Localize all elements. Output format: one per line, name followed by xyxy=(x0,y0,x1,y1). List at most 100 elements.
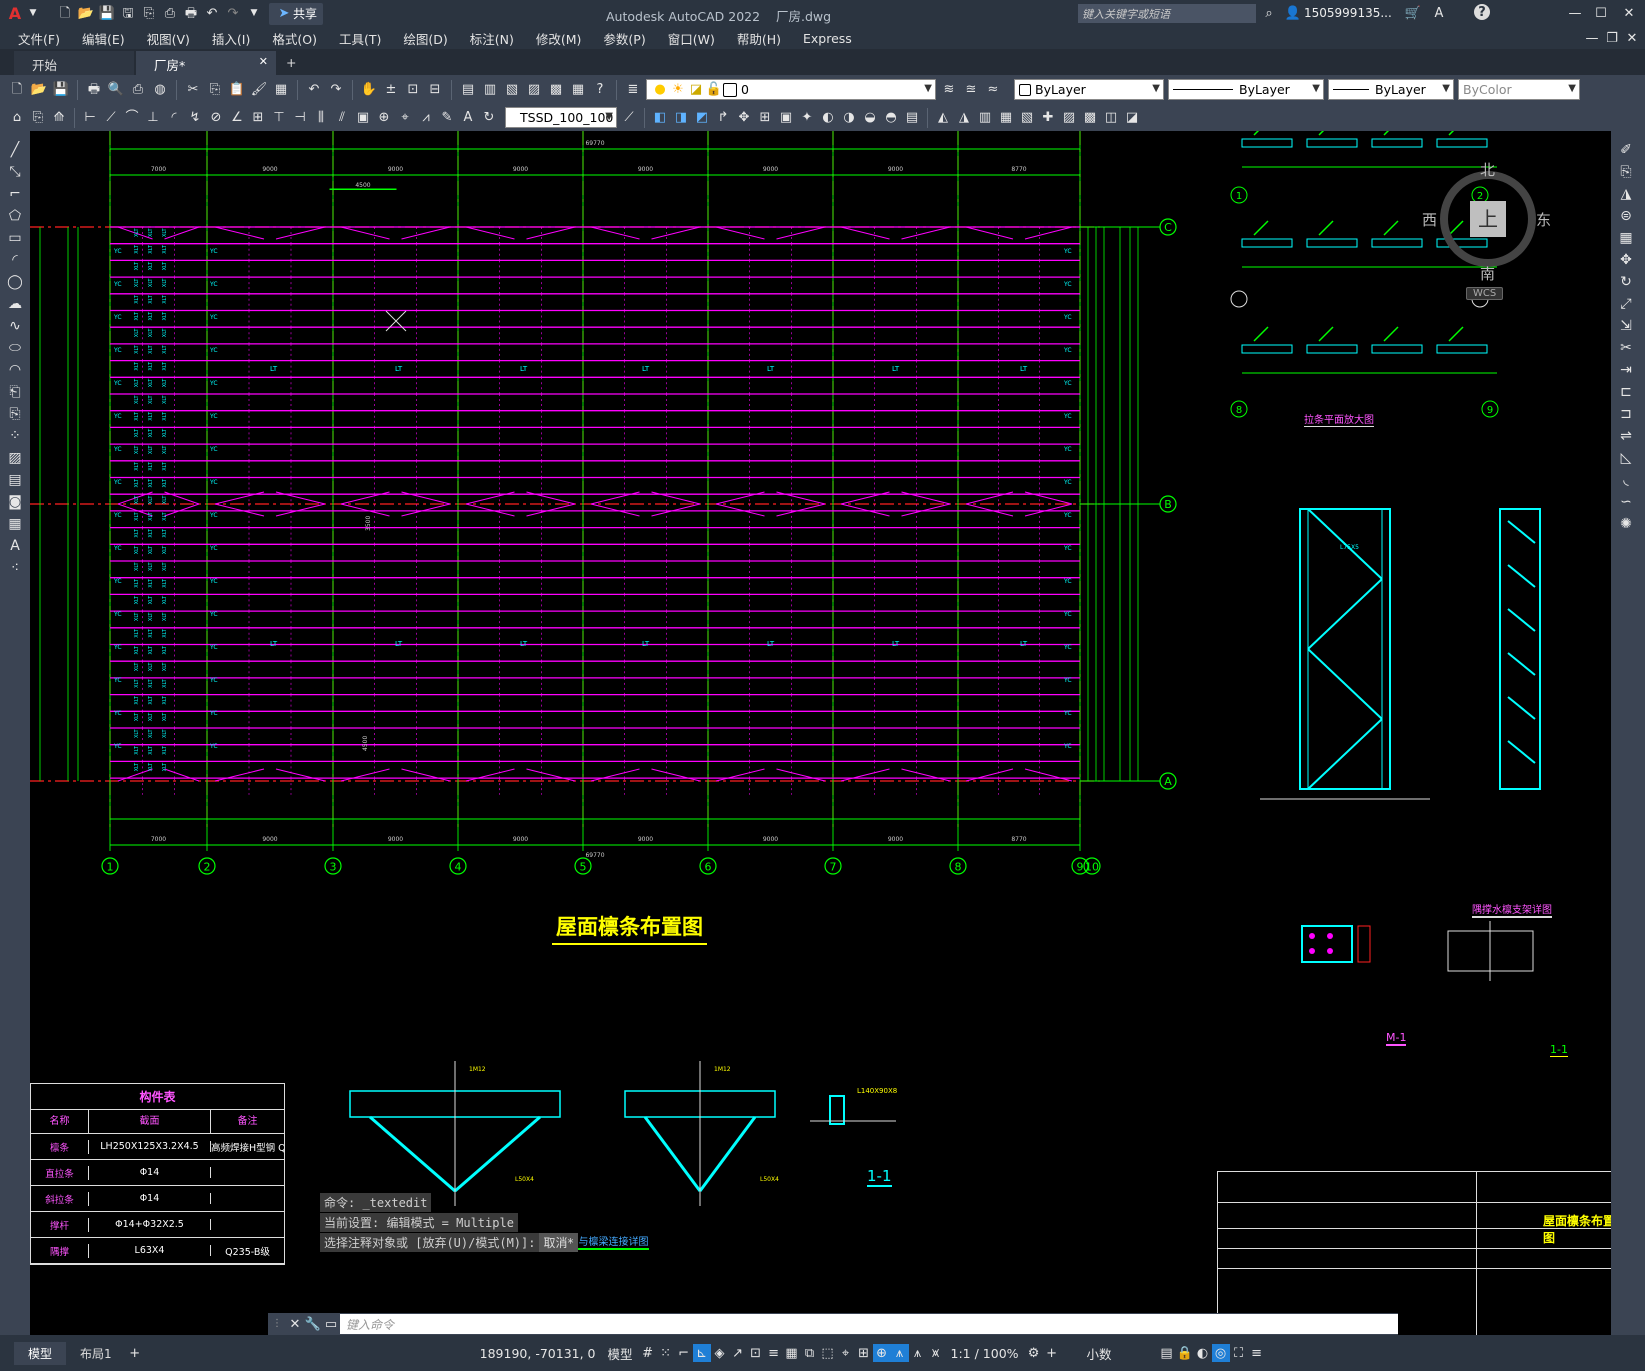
tool-icon-a[interactable]: ⌂ xyxy=(8,109,26,127)
tssd-tool-8-icon[interactable]: ✦ xyxy=(798,109,816,127)
tolerance-icon[interactable]: ▣ xyxy=(354,109,372,127)
dim-style-icon[interactable]: ⟋ xyxy=(620,109,638,127)
hatch-icon[interactable]: ▨ xyxy=(4,447,26,469)
plot-icon[interactable]: 🖶 xyxy=(85,81,103,99)
annotation-visibility-icon[interactable]: ⩚ xyxy=(890,1344,909,1362)
close-command-icon[interactable]: ✕ xyxy=(286,1315,304,1333)
customize-chevron-icon[interactable]: ▼ xyxy=(245,5,263,23)
compass-east[interactable]: 东 xyxy=(1536,209,1551,230)
autocad-logo-icon[interactable]: A xyxy=(6,5,24,23)
workspace-gear-icon[interactable]: ⚙ xyxy=(1025,1344,1043,1362)
layout-tab-1[interactable]: 布局1 xyxy=(66,1342,126,1365)
tool-palettes-icon[interactable]: ▧ xyxy=(503,81,521,99)
search-icon[interactable]: ⌕ xyxy=(1260,4,1278,22)
offset-icon[interactable]: ⊜ xyxy=(1615,205,1637,227)
add-layout-icon[interactable]: + xyxy=(126,1344,144,1362)
menu-express[interactable]: Express xyxy=(792,31,863,46)
doc-close-icon[interactable]: ✕ xyxy=(1623,29,1641,47)
tssd-tool-16-icon[interactable]: ▥ xyxy=(976,109,994,127)
hardware-accel-icon[interactable]: ◎ xyxy=(1211,1344,1230,1362)
transparency-icon[interactable]: ▦ xyxy=(783,1344,801,1362)
doc-minimize-icon[interactable]: — xyxy=(1583,29,1601,47)
layer-previous-icon[interactable]: ≊ xyxy=(962,81,980,99)
autodesk-app-icon[interactable]: A xyxy=(1430,4,1448,22)
tool-icon-c[interactable]: ⟰ xyxy=(50,109,68,127)
dim-break-icon[interactable]: ⫽ xyxy=(333,109,351,127)
tssd-tool-5-icon[interactable]: ✥ xyxy=(735,109,753,127)
object-snap-tracking-icon[interactable]: ↗ xyxy=(729,1344,747,1362)
tssd-tool-13-icon[interactable]: ▤ xyxy=(903,109,921,127)
layer-dropdown[interactable]: ● ☀ ◪ 🔓 0 ▼ xyxy=(646,79,936,100)
polyline-icon[interactable]: ⌐ xyxy=(4,183,26,205)
diameter-dim-icon[interactable]: ⊘ xyxy=(207,109,225,127)
baseline-dim-icon[interactable]: ⊤ xyxy=(270,109,288,127)
doc-restore-icon[interactable]: ❐ xyxy=(1603,29,1621,47)
menu-dimension[interactable]: 标注(N) xyxy=(459,29,525,48)
recent-commands-icon[interactable]: ▭ xyxy=(322,1315,340,1333)
tssd-tool-4-icon[interactable]: ↱ xyxy=(714,109,732,127)
tssd-tool-6-icon[interactable]: ⊞ xyxy=(756,109,774,127)
design-center-icon[interactable]: ▥ xyxy=(481,81,499,99)
menu-edit[interactable]: 编辑(E) xyxy=(71,29,136,48)
open-icon[interactable]: 📂 xyxy=(30,81,48,99)
circle-icon[interactable]: ◯ xyxy=(4,271,26,293)
spline-icon[interactable]: ∿ xyxy=(4,315,26,337)
match-properties-icon[interactable]: 🖌 xyxy=(250,81,268,99)
customize-command-icon[interactable]: 🔧 xyxy=(304,1315,322,1333)
rotate-icon[interactable]: ↻ xyxy=(1615,271,1637,293)
user-icon[interactable]: 👤 xyxy=(1284,4,1302,22)
copy-icon[interactable]: ⎘ xyxy=(206,81,224,99)
web-open-icon[interactable]: ⎘ xyxy=(140,5,158,23)
sheet-set-icon[interactable]: ▨ xyxy=(525,81,543,99)
make-block-icon[interactable]: ⎘ xyxy=(4,403,26,425)
tssd-tool-18-icon[interactable]: ▧ xyxy=(1018,109,1036,127)
inspect-icon[interactable]: ⌖ xyxy=(396,109,414,127)
tssd-tool-14-icon[interactable]: ◭ xyxy=(934,109,952,127)
polar-icon[interactable]: ⊾ xyxy=(692,1344,711,1362)
mtext-icon[interactable]: A xyxy=(4,535,26,557)
tssd-tool-3-icon[interactable]: ◩ xyxy=(693,109,711,127)
revcloud-icon[interactable]: ☁ xyxy=(4,293,26,315)
viewcube[interactable]: 上 北 南 西 东 WCS xyxy=(1422,149,1551,300)
menu-parametric[interactable]: 参数(P) xyxy=(592,29,656,48)
zoom-realtime-icon[interactable]: ± xyxy=(382,81,400,99)
jogged-dim-icon[interactable]: ↯ xyxy=(186,109,204,127)
isolate-objects-icon[interactable]: ◐ xyxy=(1194,1344,1212,1362)
polygon-icon[interactable]: ⬠ xyxy=(4,205,26,227)
dim-space-icon[interactable]: ⫼ xyxy=(312,109,330,127)
tssd-tool-1-icon[interactable]: ◧ xyxy=(651,109,669,127)
trim-icon[interactable]: ✂ xyxy=(1615,337,1637,359)
help-icon[interactable]: ? xyxy=(591,81,609,99)
block-editor-icon[interactable]: ▦ xyxy=(272,81,290,99)
3d-osnap-icon[interactable]: ⬚ xyxy=(819,1344,837,1362)
layout-tab-model[interactable]: 模型 xyxy=(14,1341,67,1365)
color-dropdown[interactable]: ByLayer ▼ xyxy=(1014,79,1164,100)
pan-icon[interactable]: ✋ xyxy=(360,81,378,99)
menu-help[interactable]: 帮助(H) xyxy=(726,29,792,48)
linetype-dropdown[interactable]: ByLayer ▼ xyxy=(1168,79,1324,100)
annotation-monitor-icon[interactable]: + xyxy=(1043,1344,1061,1362)
save-as-icon[interactable]: 🖫 xyxy=(119,5,137,23)
make-current-layer-icon[interactable]: ≋ xyxy=(940,81,958,99)
maximize-icon[interactable]: ☐ xyxy=(1592,4,1610,22)
compass-south[interactable]: 南 xyxy=(1480,263,1495,284)
rectangle-icon[interactable]: ▭ xyxy=(4,227,26,249)
chamfer-icon[interactable]: ◺ xyxy=(1615,447,1637,469)
angular-dim-icon[interactable]: ∠ xyxy=(228,109,246,127)
annotation-scale-value[interactable]: 1:1 / 100% xyxy=(945,1346,1025,1361)
tssd-tool-19-icon[interactable]: ✚ xyxy=(1039,109,1057,127)
plot-preview-icon[interactable]: 🔍 xyxy=(107,81,125,99)
new-icon[interactable]: 🗋 xyxy=(8,81,26,99)
properties-icon[interactable]: ▤ xyxy=(459,81,477,99)
break-at-point-icon[interactable]: ⊏ xyxy=(1615,381,1637,403)
copy-object-icon[interactable]: ⎘ xyxy=(1615,161,1637,183)
dynamic-ucs-icon[interactable]: ⌖ xyxy=(837,1344,855,1362)
snap-icon[interactable]: ⁙ xyxy=(657,1344,675,1362)
erase-icon[interactable]: ✐ xyxy=(1615,139,1637,161)
coordinates-readout[interactable]: 189190, -70131, 0 xyxy=(474,1346,602,1361)
lineweight-dropdown[interactable]: ByLayer ▼ xyxy=(1328,79,1454,100)
drawing-canvas[interactable]: 7000 7000 9000 9000 9000 9000 9000 9000 9000 9000… xyxy=(30,131,1611,1335)
redo-icon[interactable]: ↷ xyxy=(224,5,242,23)
close-icon[interactable]: ✕ xyxy=(1620,4,1638,22)
publish-icon[interactable]: ⎙ xyxy=(129,81,147,99)
